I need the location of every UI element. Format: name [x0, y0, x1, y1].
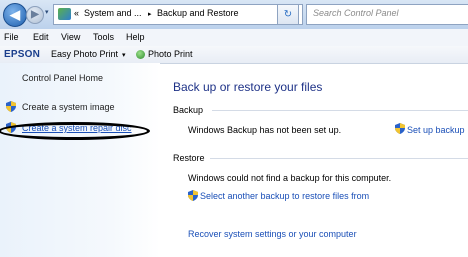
create-system-image-link[interactable]: Create a system image: [22, 102, 115, 112]
restore-heading: Restore: [173, 153, 205, 163]
menu-view[interactable]: View: [61, 32, 80, 42]
select-another-backup-link[interactable]: Select another backup to restore files f…: [200, 191, 369, 201]
main-content: Back up or restore your files Backup Win…: [160, 63, 468, 257]
search-placeholder: Search Control Panel: [313, 8, 399, 18]
breadcrumb-separator-icon[interactable]: ▸: [148, 10, 152, 18]
highlight-ellipse-annotation: [0, 122, 150, 140]
backup-heading: Backup: [173, 105, 204, 115]
control-panel-icon: [58, 8, 71, 20]
easy-photo-print-button[interactable]: Easy Photo Print: [51, 49, 118, 59]
control-panel-home-link[interactable]: Control Panel Home: [22, 73, 103, 83]
set-up-backup-link[interactable]: Set up backup: [407, 125, 465, 135]
menu-bar: File Edit View Tools Help: [0, 29, 468, 46]
photo-print-icon: [136, 50, 145, 59]
easy-photo-print-dropdown-icon[interactable]: ▾: [122, 51, 126, 59]
backup-divider: [212, 110, 468, 111]
refresh-icon: ↻: [283, 9, 293, 20]
back-arrow-icon: ◀: [10, 7, 20, 22]
forward-button[interactable]: ▶: [26, 6, 44, 24]
forward-arrow-icon: ▶: [31, 9, 39, 20]
photo-print-button[interactable]: Photo Print: [148, 49, 193, 59]
left-navigation-pane: Control Panel Home Create a system image…: [0, 63, 160, 257]
recover-system-settings-link[interactable]: Recover system settings or your computer: [188, 229, 357, 239]
menu-tools[interactable]: Tools: [93, 32, 114, 42]
shield-icon: [188, 190, 198, 201]
epson-logo: EPSON: [4, 49, 41, 60]
shield-icon: [395, 123, 405, 134]
back-button[interactable]: ◀: [3, 3, 27, 27]
breadcrumb-overflow[interactable]: «: [74, 8, 79, 18]
breadcrumb-backup-restore[interactable]: Backup and Restore: [157, 8, 239, 18]
menu-file[interactable]: File: [4, 32, 19, 42]
epson-toolbar: EPSON Easy Photo Print ▾ Photo Print: [0, 46, 468, 64]
search-box[interactable]: Search Control Panel: [306, 4, 468, 25]
refresh-button[interactable]: ↻: [277, 4, 299, 25]
page-title: Back up or restore your files: [173, 80, 323, 94]
menu-edit[interactable]: Edit: [33, 32, 49, 42]
restore-status: Windows could not find a backup for this…: [188, 173, 392, 183]
menu-help[interactable]: Help: [126, 32, 145, 42]
shield-icon: [6, 101, 16, 112]
backup-status: Windows Backup has not been set up.: [188, 125, 342, 135]
address-box[interactable]: « System and ... ▸ Backup and Restore ▾: [53, 4, 303, 25]
address-toolbar: ◀ ▶ ▾ « System and ... ▸ Backup and Rest…: [0, 0, 468, 30]
breadcrumb-system[interactable]: System and ...: [84, 8, 142, 18]
restore-divider: [210, 158, 468, 159]
recent-pages-dropdown-icon[interactable]: ▾: [45, 8, 49, 16]
